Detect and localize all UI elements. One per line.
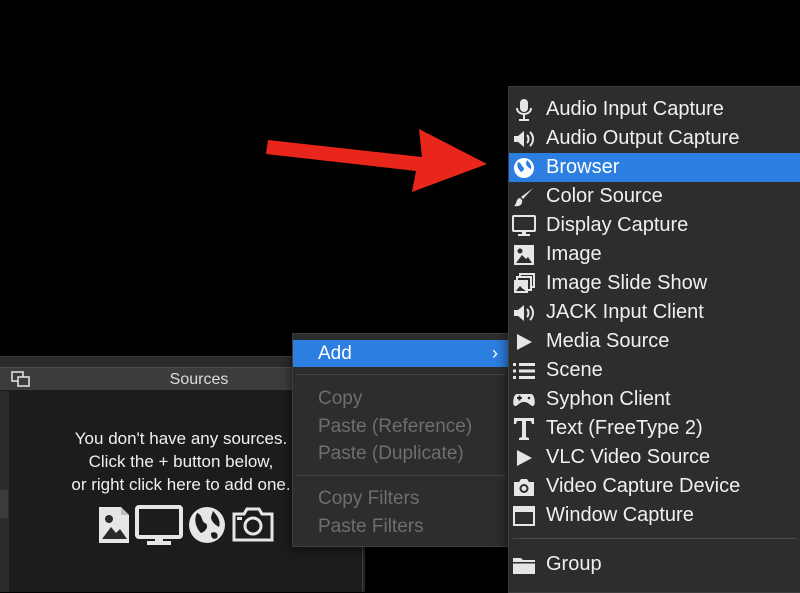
submenu-item-window-capture[interactable]: Window Capture (509, 501, 800, 530)
play-icon (511, 329, 537, 354)
folder-icon (511, 552, 537, 577)
submenu-item-audio-input-capture[interactable]: Audio Input Capture (509, 95, 800, 124)
menu-item-label: Add (318, 343, 352, 364)
submenu-item-display-capture[interactable]: Display Capture (509, 211, 800, 240)
slideshow-icon (511, 271, 537, 296)
submenu-item-syphon-client[interactable]: Syphon Client (509, 385, 800, 414)
window-icon (511, 503, 537, 528)
context-menu: Add › Copy Paste (Reference) Paste (Dupl… (292, 333, 509, 547)
speaker-icon (511, 300, 537, 325)
submenu-item-label: Window Capture (546, 504, 694, 526)
submenu-item-label: Audio Input Capture (546, 98, 724, 120)
text-icon (511, 416, 537, 441)
submenu-item-text-freetype-2[interactable]: Text (FreeType 2) (509, 414, 800, 443)
submenu-item-label: Browser (546, 156, 620, 178)
submenu-item-label: Image (546, 243, 602, 265)
submenu-item-jack-input-client[interactable]: JACK Input Client (509, 298, 800, 327)
submenu-item-label: Syphon Client (546, 388, 671, 410)
submenu-item-image[interactable]: Image (509, 240, 800, 269)
image-icon (99, 507, 129, 543)
submenu-item-scene[interactable]: Scene (509, 356, 800, 385)
menu-item-paste-filters[interactable]: Paste Filters (293, 513, 508, 540)
submenu-item-image-slide-show[interactable]: Image Slide Show (509, 269, 800, 298)
globe-icon (511, 155, 537, 180)
menu-item-copy[interactable]: Copy (293, 385, 508, 412)
submenu-item-label: VLC Video Source (546, 446, 711, 468)
submenu-item-video-capture-device[interactable]: Video Capture Device (509, 472, 800, 501)
submenu-item-label: Display Capture (546, 214, 689, 236)
submenu-item-label: Video Capture Device (546, 475, 741, 497)
submenu-item-label: Media Source (546, 330, 670, 352)
menu-separator (296, 374, 505, 375)
display-icon (135, 505, 183, 545)
menu-separator (296, 475, 505, 476)
play-icon (511, 445, 537, 470)
submenu-item-vlc-video-source[interactable]: VLC Video Source (509, 443, 800, 472)
menu-item-paste-duplicate[interactable]: Paste (Duplicate) (293, 440, 508, 467)
annotation-arrow (266, 129, 487, 192)
submenu-item-color-source[interactable]: Color Source (509, 182, 800, 211)
image-icon (511, 242, 537, 267)
submenu-item-label: Image Slide Show (546, 272, 708, 294)
add-submenu: Audio Input Capture Audio Output Capture… (508, 86, 800, 593)
camera-icon (511, 474, 537, 499)
submenu-separator (513, 538, 797, 539)
menu-item-add[interactable]: Add › (293, 340, 508, 367)
submenu-item-label: JACK Input Client (546, 301, 704, 323)
submenu-item-label: Audio Output Capture (546, 127, 740, 149)
submenu-item-media-source[interactable]: Media Source (509, 327, 800, 356)
chevron-right-icon: › (492, 343, 498, 363)
submenu-item-group[interactable]: Group (509, 550, 800, 579)
menu-item-paste-reference[interactable]: Paste (Reference) (293, 413, 508, 440)
globe-icon (189, 507, 225, 543)
submenu-item-label: Text (FreeType 2) (546, 417, 703, 439)
speaker-icon (511, 126, 537, 151)
brush-icon (511, 184, 537, 209)
list-icon (511, 358, 537, 383)
camera-icon (232, 507, 274, 542)
monitor-icon (511, 213, 537, 238)
menu-item-copy-filters[interactable]: Copy Filters (293, 485, 508, 512)
gamepad-icon (511, 387, 537, 412)
submenu-item-label: Scene (546, 359, 603, 381)
microphone-icon (511, 97, 537, 122)
submenu-item-audio-output-capture[interactable]: Audio Output Capture (509, 124, 800, 153)
submenu-item-label: Color Source (546, 185, 663, 207)
submenu-item-label: Group (546, 553, 602, 575)
submenu-item-browser[interactable]: Browser (509, 153, 800, 182)
